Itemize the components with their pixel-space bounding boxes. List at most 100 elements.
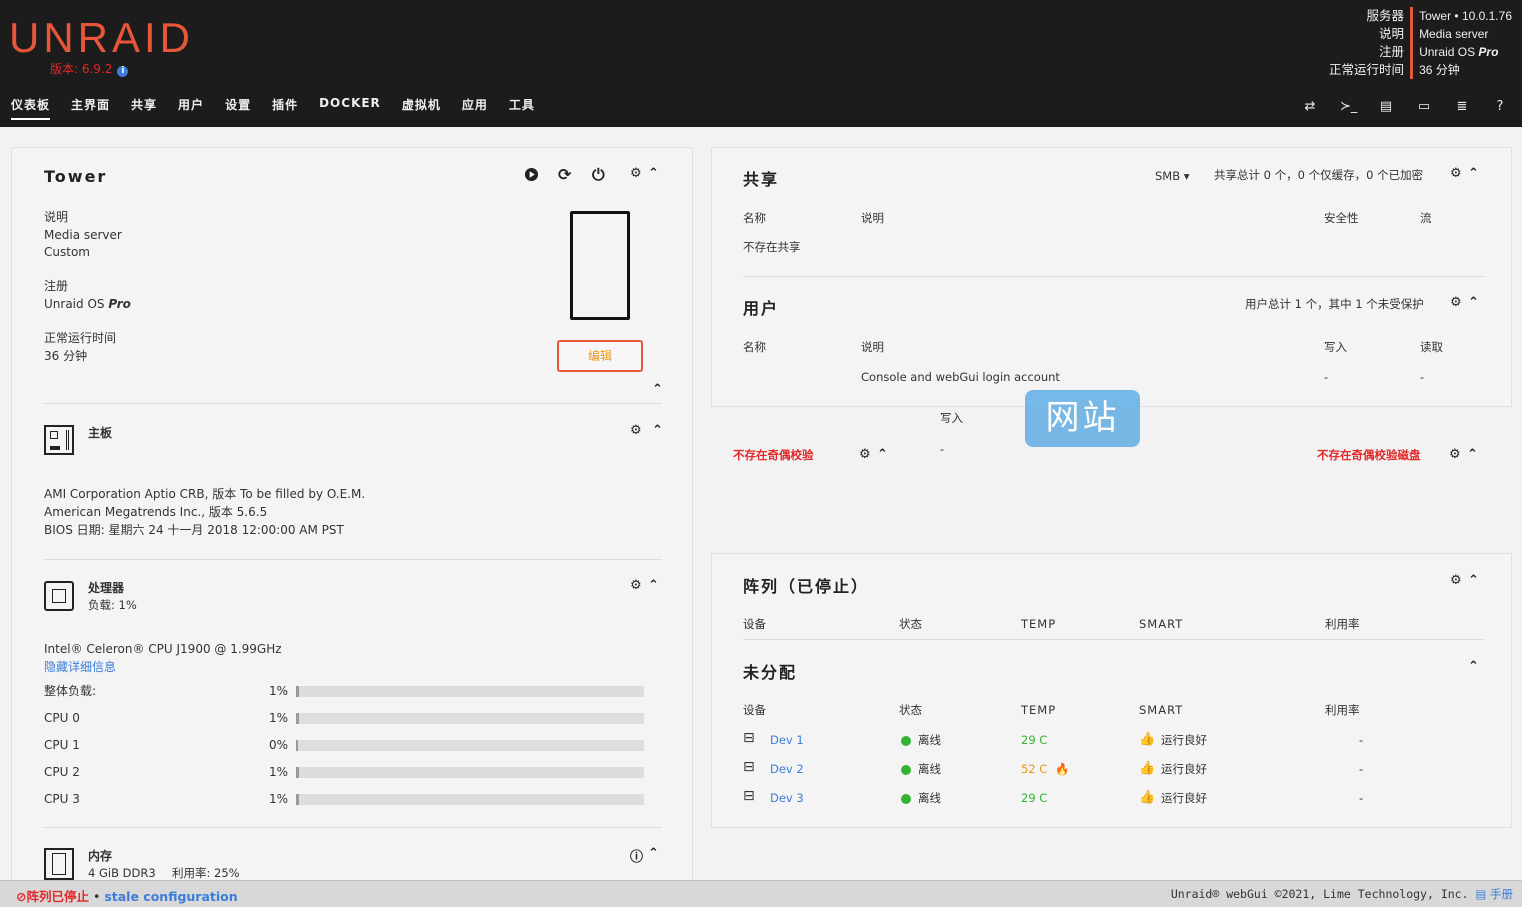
feedback-icon[interactable]: ▤	[1378, 99, 1394, 114]
server-label: 服务器	[1366, 8, 1405, 23]
mobo-line1: AMI Corporation Aptio CRB, 版本 To be fill…	[44, 487, 366, 501]
users-col-name: 名称	[743, 340, 766, 354]
stale-config-link[interactable]: stale configuration	[104, 889, 237, 904]
chevron-up-icon[interactable]: ⌃	[648, 166, 659, 181]
cpu-row-label: CPU 1	[44, 738, 80, 752]
nav-main[interactable]: 主界面	[71, 96, 110, 120]
cpu-load-bar	[296, 740, 644, 751]
server-name: Tower • 10.0.1.76	[1419, 9, 1512, 23]
disk-icon: ⊟	[743, 730, 755, 746]
cpu-chevron-icon[interactable]: ⌃	[648, 578, 659, 593]
nav-settings[interactable]: 设置	[225, 96, 251, 120]
collapse-chevron-icon[interactable]: ⌃	[652, 382, 663, 397]
shares-gear-icon[interactable]: ⚙	[1450, 166, 1462, 181]
disk-icon: ⊟	[743, 788, 755, 804]
play-icon[interactable]	[524, 167, 539, 186]
footer-right: Unraid® webGui ©2021, Lime Technology, I…	[1171, 886, 1513, 902]
nav-icons: ⇄ ≻_ ▤ ▭ ≣ ?	[1302, 99, 1508, 114]
power-icon[interactable]: ⏻	[592, 165, 605, 185]
memory-info-icon[interactable]: ⓘ	[630, 846, 643, 865]
version-label: 版本: 6.9.2 i	[50, 60, 129, 77]
divider	[743, 276, 1484, 277]
header: UNRAID 版本: 6.9.2 i 服务器 说明 注册 正常运行时间 Tower…	[0, 0, 1522, 127]
device-status: 离线	[901, 761, 941, 778]
smb-select[interactable]: SMB ▾	[1155, 168, 1190, 185]
gear-icon[interactable]: ⚙	[630, 166, 642, 181]
status-dot-icon	[901, 764, 911, 775]
parity-right-gear-icon[interactable]: ⚙	[1449, 447, 1461, 462]
nav-docker[interactable]: DOCKER	[319, 96, 381, 120]
ghost-dash: -	[940, 442, 945, 456]
shares-col-security: 安全性	[1324, 211, 1359, 225]
log-icon[interactable]: ≣	[1454, 99, 1470, 114]
ghost-write-label: 写入	[940, 411, 963, 425]
device-link[interactable]: Dev 1	[770, 732, 804, 749]
unassigned-col-util: 利用率	[1325, 703, 1360, 717]
shares-col-desc: 说明	[861, 211, 884, 225]
users-title: 用户	[743, 299, 780, 318]
unraid-logo[interactable]: UNRAID	[9, 14, 194, 62]
status-dot-icon	[901, 793, 911, 804]
mobo-gear-icon[interactable]: ⚙	[630, 423, 642, 438]
cpu-row-value: 1%	[269, 684, 289, 698]
users-summary: 用户总计 1 个，其中 1 个未受保护	[1245, 297, 1424, 311]
device-status: 离线	[901, 790, 941, 807]
array-stopped-label: 阵列已停止	[26, 889, 89, 904]
unassigned-col-status: 状态	[899, 703, 922, 717]
user-row-read: -	[1420, 370, 1425, 384]
nav-tools[interactable]: 工具	[509, 96, 535, 120]
registration-edition: Pro	[1478, 45, 1499, 59]
refresh-icon[interactable]: ⇄	[1302, 99, 1318, 114]
tower-desc-label: 说明	[44, 210, 69, 224]
edit-button[interactable]: 编辑	[557, 340, 643, 372]
device-link[interactable]: Dev 3	[770, 790, 804, 807]
parity-right-chevron-icon[interactable]: ⌃	[1467, 447, 1478, 462]
device-link[interactable]: Dev 2	[770, 761, 804, 778]
cpu-row-label: CPU 3	[44, 792, 80, 806]
memory-chevron-icon[interactable]: ⌃	[648, 846, 659, 861]
terminal-icon[interactable]: ≻_	[1340, 99, 1357, 114]
hide-details-link[interactable]: 隐藏详细信息	[44, 659, 116, 676]
unassigned-chevron-icon[interactable]: ⌃	[1468, 659, 1479, 674]
unassigned-title: 未分配	[743, 663, 798, 682]
nav-shares[interactable]: 共享	[131, 96, 157, 120]
users-chevron-icon[interactable]: ⌃	[1468, 295, 1479, 310]
footer-status: ⊘阵列已停止 • stale configuration	[16, 886, 238, 905]
parity-chevron-icon[interactable]: ⌃	[877, 447, 888, 462]
device-status: 离线	[901, 732, 941, 749]
help-icon[interactable]: ?	[1492, 99, 1508, 114]
smb-select-value: SMB	[1155, 169, 1181, 183]
nav-dashboard[interactable]: 仪表板	[11, 96, 51, 120]
array-col-temp: TEMP	[1021, 617, 1057, 631]
shares-chevron-icon[interactable]: ⌃	[1468, 166, 1479, 181]
nav-apps[interactable]: 应用	[462, 96, 488, 120]
cpu-row-value: 1%	[269, 765, 289, 779]
restart-icon[interactable]: ⟳	[558, 165, 571, 184]
mobo-chevron-icon[interactable]: ⌃	[652, 423, 663, 438]
monitor-icon[interactable]: ▭	[1416, 99, 1432, 114]
array-chevron-icon[interactable]: ⌃	[1468, 573, 1479, 588]
nav-users[interactable]: 用户	[178, 96, 204, 120]
users-gear-icon[interactable]: ⚙	[1450, 295, 1462, 310]
cpu-title: 处理器	[88, 581, 125, 595]
shares-summary: 共享总计 0 个，0 个仅缓存，0 个已加密	[1214, 168, 1424, 182]
users-col-desc: 说明	[861, 340, 884, 354]
parity-gear-icon[interactable]: ⚙	[859, 447, 871, 462]
registration-label: 注册	[1379, 44, 1405, 59]
tower-desc-line2: Custom	[44, 245, 90, 259]
parity-right-title: 不存在奇偶校验磁盘	[1317, 448, 1421, 462]
cpu-load-bar	[296, 713, 644, 724]
cpu-gear-icon[interactable]: ⚙	[630, 578, 642, 593]
array-gear-icon[interactable]: ⚙	[1450, 573, 1462, 588]
server-uptime: 36 分钟	[1419, 63, 1460, 77]
main-nav: 仪表板 主界面 共享 用户 设置 插件 DOCKER 虚拟机 应用 工具	[11, 96, 556, 120]
cpu-row-value: 0%	[269, 738, 289, 752]
nav-vms[interactable]: 虚拟机	[402, 96, 441, 120]
cpu-row-label: 整体负载:	[44, 684, 97, 698]
user-row-write: -	[1324, 370, 1329, 384]
nav-plugins[interactable]: 插件	[272, 96, 298, 120]
info-icon[interactable]: i	[117, 66, 129, 77]
manual-link[interactable]: ▤ 手册	[1475, 887, 1513, 901]
server-registration[interactable]: Unraid OS Pro	[1419, 43, 1512, 61]
memory-title: 内存	[88, 849, 113, 863]
